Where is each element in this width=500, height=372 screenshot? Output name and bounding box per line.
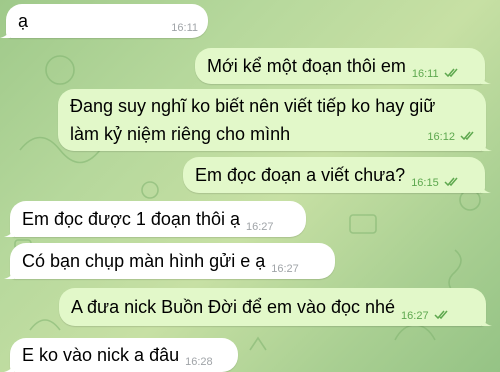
bubble-tail (4, 267, 14, 279)
double-check-icon (444, 177, 458, 187)
message-bubble-incoming[interactable]: Em đọc được 1 đoạn thôi ạ 16:27 (4, 201, 306, 237)
message-bubble-outgoing[interactable]: Em đọc đoạn a viết chưa? 16:15 (183, 157, 491, 193)
message-text: A đưa nick Buồn Đời để em vào đọc nhé (71, 297, 396, 317)
message-time: 16:12 (427, 131, 476, 144)
message-bubble-incoming[interactable]: A viết bài về e rồi ạ 16:11 (0, 4, 208, 38)
message-text: Em đọc được 1 đoạn thôi ạ (22, 209, 240, 229)
bubble-tail (0, 26, 10, 38)
message-time: 16:27 (271, 263, 299, 275)
message-time: 16:28 (185, 356, 213, 368)
message-bubble-outgoing[interactable]: Mới kể một đoạn thôi em 16:11 (195, 48, 491, 84)
message-text: Em đọc đoạn a viết chưa? (195, 165, 406, 185)
bubble-tail (481, 181, 491, 193)
bubble-tail (481, 72, 491, 84)
double-check-icon (460, 131, 474, 141)
bubble-tail (482, 139, 492, 151)
message-text: Có bạn chụp màn hình gửi e ạ (22, 251, 266, 271)
message-time: 16:27 (245, 221, 274, 233)
message-text: E ko vào nick a đâu (22, 345, 180, 365)
bubble-tail (482, 314, 492, 326)
message-bubble-incoming[interactable]: Có bạn chụp màn hình gửi e ạ 16:27 (4, 243, 335, 279)
message-bubble-outgoing[interactable]: A đưa nick Buồn Đời để em vào đọc nhé 16… (59, 288, 492, 326)
bubble-tail (4, 225, 14, 237)
bubble-tail (4, 360, 14, 372)
message-text: A viết bài về e rồi ạ (18, 11, 29, 31)
message-time: 16:27 (401, 310, 450, 323)
message-text: Mới kể một đoạn thôi em (207, 56, 406, 76)
message-text-line: Đang suy nghĩ ko biết nên viết tiếp ko h… (70, 96, 436, 116)
message-bubble-outgoing[interactable]: Đang suy nghĩ ko biết nên viết tiếp ko h… (58, 89, 492, 151)
message-bubble-incoming[interactable]: E ko vào nick a đâu 16:28 (4, 338, 238, 372)
message-time: 16:11 (412, 68, 460, 81)
double-check-icon (434, 310, 448, 320)
double-check-icon (444, 68, 458, 78)
message-text-line: làm kỷ niệm riêng cho mình (70, 124, 291, 144)
message-time: 16:11 (171, 22, 198, 34)
message-time: 16:15 (411, 177, 460, 190)
